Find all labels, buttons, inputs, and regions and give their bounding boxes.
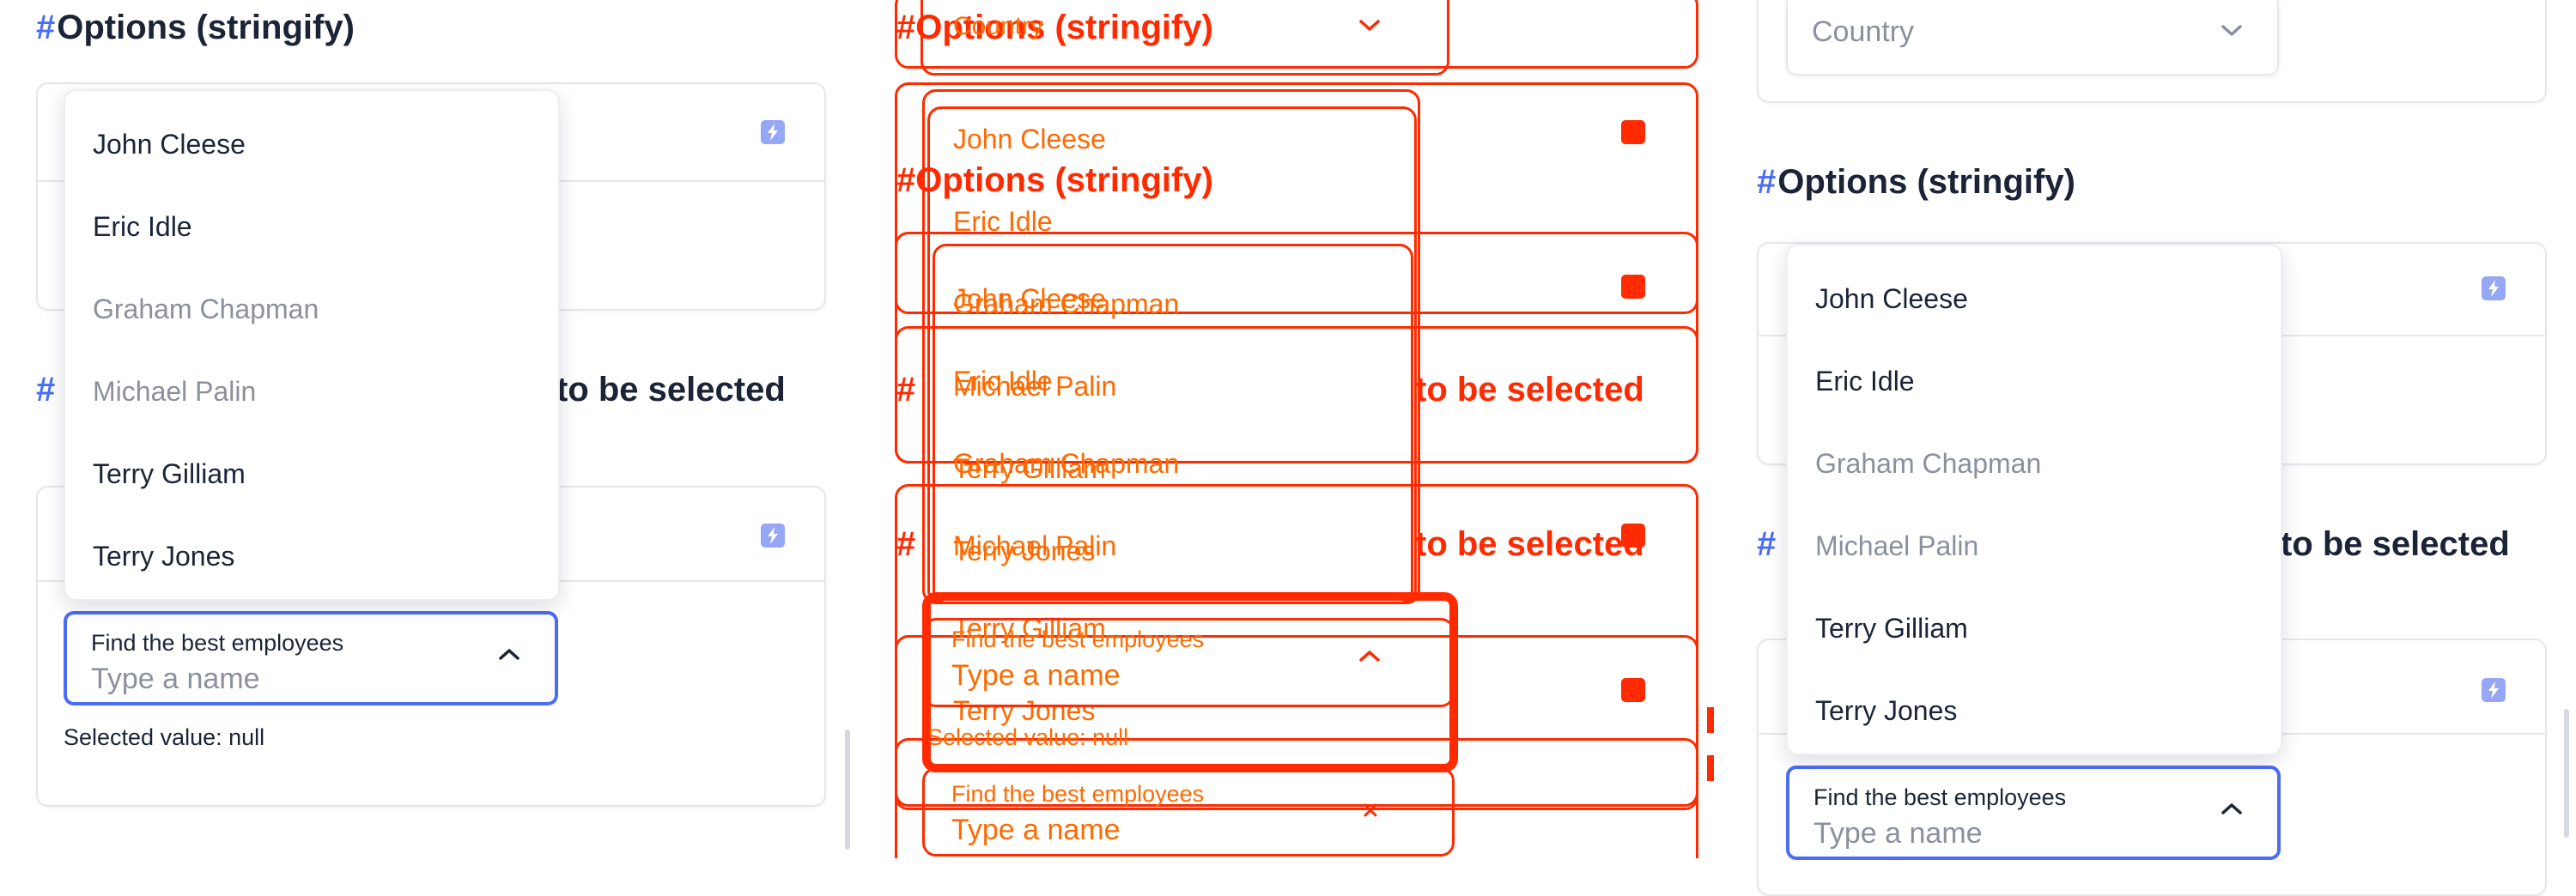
options-dropdown: John Cleese Eric Idle Graham Chapman Mic… <box>64 89 560 601</box>
overlay-heading-selected-suffix: to be selected <box>1415 371 1644 409</box>
dropdown-option[interactable]: Terry Jones <box>1815 697 1957 724</box>
employee-select[interactable]: Find the best employees Type a name <box>1786 766 2281 860</box>
close-icon <box>1362 802 1379 823</box>
overlay-heading-options: #Options (stringify) <box>896 161 1213 199</box>
overlay-option: Eric Idle <box>953 366 1053 397</box>
dropdown-option[interactable]: Michael Palin <box>93 378 256 405</box>
left-panel: #Options (stringify) # to be selected Fi… <box>0 0 876 858</box>
dropdown-option[interactable]: Terry Gilliam <box>93 460 246 487</box>
overlay-heading-options: #Options (stringify) <box>896 9 1213 46</box>
overlay-employee-placeholder: Type a name <box>951 814 1121 846</box>
overlay-heading-selected-suffix: to be selected <box>1415 525 1644 563</box>
employee-select[interactable]: Find the best employees Type a name <box>64 611 558 705</box>
employee-select-input[interactable]: Type a name <box>1814 817 1983 851</box>
overlay-scrollbar <box>1707 755 1714 781</box>
lightning-icon <box>1621 120 1645 144</box>
section-heading-selected: # <box>1757 527 1777 561</box>
dropdown-option[interactable]: Terry Jones <box>93 542 234 570</box>
chevron-up-icon[interactable] <box>2221 802 2243 820</box>
dropdown-option[interactable]: Eric Idle <box>1815 367 1915 395</box>
section-heading-selected-suffix: to be selected <box>556 371 786 409</box>
section-heading-selected-suffix: to be selected <box>2281 525 2510 563</box>
scrollbar-thumb[interactable] <box>845 730 850 850</box>
dropdown-option[interactable]: Terry Gilliam <box>1815 614 1968 642</box>
chevron-down-icon[interactable] <box>2221 24 2243 42</box>
lightning-icon[interactable] <box>761 524 785 548</box>
chevron-up-icon[interactable] <box>498 647 520 665</box>
lightning-icon[interactable] <box>2482 276 2506 300</box>
dropdown-option[interactable]: Graham Chapman <box>93 295 319 323</box>
overlay-option: Michael Palin <box>953 530 1117 561</box>
overlay-heading-selected: # <box>896 371 916 409</box>
dropdown-option[interactable]: Eric Idle <box>93 213 192 240</box>
lightning-icon <box>1621 275 1645 299</box>
employee-select-label: Find the best employees <box>91 630 344 656</box>
lightning-icon[interactable] <box>761 120 785 144</box>
overlay-employee-placeholder: Type a name <box>951 659 1121 692</box>
employee-select-label: Find the best employees <box>1814 784 2067 810</box>
dropdown-option[interactable]: Michael Palin <box>1815 532 1978 560</box>
section-heading-options: #Options (stringify) <box>1757 163 2075 201</box>
dropdown-option[interactable]: John Cleese <box>93 130 246 158</box>
overlay-scrollbar <box>1707 707 1714 733</box>
overlay-selected-value: Selected value: null <box>927 724 1129 750</box>
overlay-option: Eric Idle <box>953 206 1053 237</box>
heading-hash[interactable]: # <box>1757 525 1776 563</box>
section-heading-selected: # <box>36 372 57 407</box>
options-dropdown: John Cleese Eric Idle Graham Chapman Mic… <box>1786 244 2282 755</box>
heading-hash[interactable]: # <box>36 371 55 409</box>
heading-hash[interactable]: # <box>1757 163 1776 201</box>
overlay-option: John Cleese <box>953 124 1106 154</box>
overlay-option: Graham Chapman <box>953 448 1180 479</box>
selected-value-text: Selected value: null <box>64 724 265 750</box>
chevron-up-icon <box>1358 649 1381 667</box>
heading-hash[interactable]: # <box>36 9 55 46</box>
overlay-heading-selected: # <box>896 525 916 563</box>
scrollbar-thumb[interactable] <box>2564 709 2569 838</box>
overlay-option: John Cleese <box>953 283 1106 314</box>
lightning-icon <box>1621 678 1645 702</box>
dropdown-option[interactable]: Graham Chapman <box>1815 450 2041 477</box>
right-panel: Country #Options (stringify) # to be sel… <box>1752 0 2576 896</box>
overlay-employee-label: Find the best employees <box>951 781 1205 807</box>
overlay-country-text: Country <box>953 12 1044 40</box>
middle-overlay-panel: #Options (stringify) Country #Options (s… <box>884 0 1743 858</box>
section-heading-options: #Options (stringify) <box>36 9 355 46</box>
country-select-input[interactable]: Country <box>1812 15 1914 49</box>
country-select[interactable]: Country <box>1786 0 2279 76</box>
employee-select-input[interactable]: Type a name <box>91 663 260 696</box>
chevron-down-icon <box>1358 19 1381 37</box>
overlay-employee-label: Find the best employees <box>951 627 1205 652</box>
lightning-icon[interactable] <box>2482 678 2506 702</box>
dropdown-option[interactable]: John Cleese <box>1815 285 1968 312</box>
